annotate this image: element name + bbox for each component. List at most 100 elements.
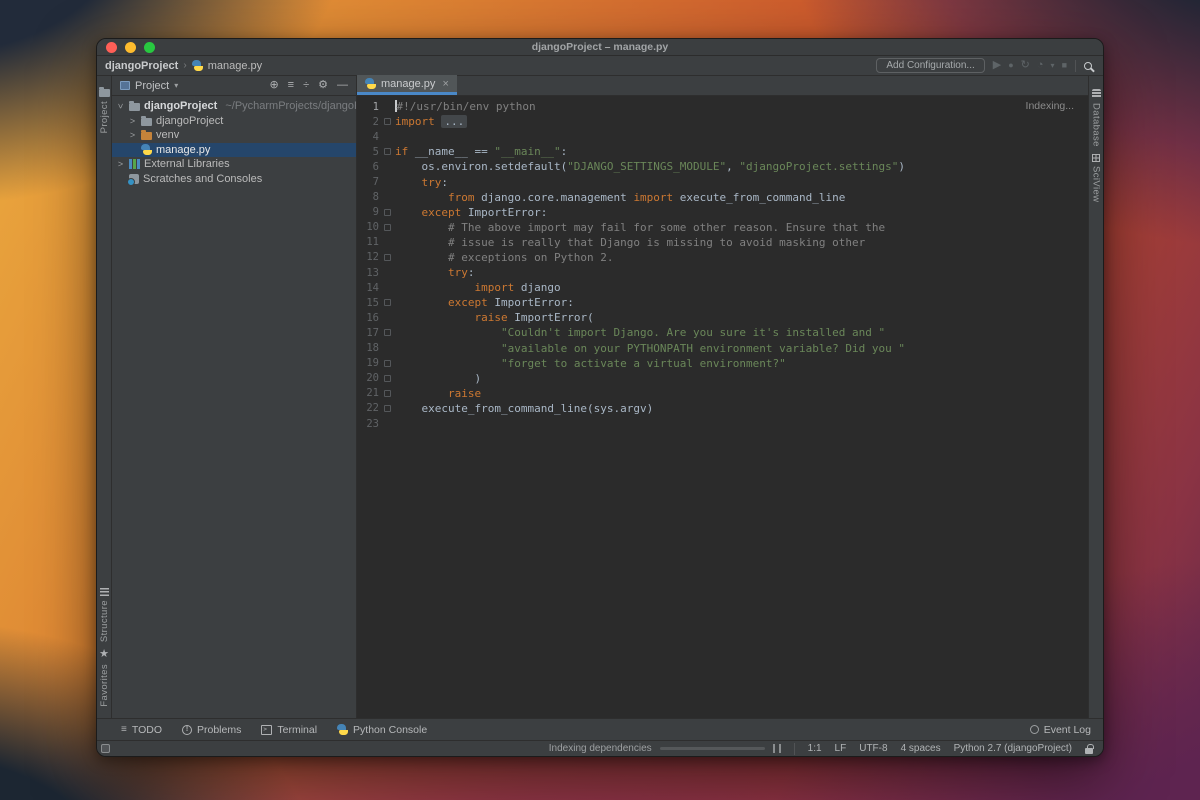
line-number[interactable]: 10 — [357, 221, 379, 233]
fold-gutter[interactable] — [379, 329, 395, 337]
chevron-collapsed-icon[interactable]: > — [128, 130, 137, 140]
code-line[interactable]: 22 execute_from_command_line(sys.argv) — [357, 401, 1088, 416]
line-number[interactable]: 18 — [357, 342, 379, 354]
code-line[interactable]: 2 import ... — [357, 114, 1088, 129]
tool-button-project[interactable]: Project — [98, 87, 110, 133]
code-line[interactable]: 8 from django.core.management import exe… — [357, 190, 1088, 205]
fold-gutter[interactable] — [379, 118, 395, 126]
code-line[interactable]: 5 if __name__ == "__main__": — [357, 144, 1088, 159]
tree-item-venv[interactable]: > venv — [112, 128, 356, 143]
code-line[interactable]: 9 except ImportError: — [357, 205, 1088, 220]
fold-marker-icon[interactable] — [383, 299, 391, 307]
fold-gutter[interactable] — [379, 389, 395, 397]
fold-gutter[interactable] — [379, 359, 395, 367]
line-number[interactable]: 13 — [357, 267, 379, 279]
tree-item-djangoproject[interactable]: > djangoProject ~/PycharmProjects/djangoPr… — [112, 99, 357, 114]
line-number[interactable]: 7 — [357, 176, 379, 188]
tool-window-button-problems[interactable]: ! Problems — [182, 724, 241, 736]
fold-marker-icon[interactable] — [383, 374, 391, 382]
fold-marker-icon[interactable] — [383, 359, 391, 367]
tool-window-button-todo[interactable]: ≡ TODO — [121, 724, 162, 736]
chevron-down-icon[interactable]: ▾ — [174, 81, 178, 90]
line-number[interactable]: 8 — [357, 191, 379, 203]
tree-item-manage-py[interactable]: >manage.py — [112, 142, 356, 157]
add-configuration-button[interactable]: Add Configuration... — [876, 58, 985, 73]
line-number[interactable]: 1 — [357, 101, 379, 113]
pause-icon[interactable] — [772, 744, 781, 753]
code-line[interactable]: 6 os.environ.setdefault("DJANGO_SETTINGS… — [357, 159, 1088, 174]
search-everywhere-icon[interactable] — [1084, 61, 1092, 70]
line-number[interactable]: 20 — [357, 372, 379, 384]
settings-icon[interactable]: ⚙ — [318, 80, 328, 91]
status-item[interactable]: 1:1 — [808, 743, 822, 754]
breadcrumb-project[interactable]: djangoProject — [105, 60, 178, 72]
code-line[interactable]: 1 #!/usr/bin/env python — [357, 99, 1088, 114]
tool-button-favorites[interactable]: ★ Favorites — [99, 649, 110, 707]
folded-region[interactable]: ... — [441, 115, 468, 129]
code-line[interactable]: 16 raise ImportError( — [357, 310, 1088, 325]
line-number[interactable]: 6 — [357, 161, 379, 173]
chevron-collapsed-icon[interactable]: > — [128, 116, 137, 126]
coverage-icon[interactable]: ↻ — [1021, 60, 1030, 71]
stop-icon[interactable]: ■ — [1062, 61, 1067, 70]
line-number[interactable]: 4 — [357, 131, 379, 143]
code-line[interactable]: 19 "forget to activate a virtual environ… — [357, 356, 1088, 371]
fold-gutter[interactable] — [379, 208, 395, 216]
line-number[interactable]: 21 — [357, 387, 379, 399]
code-line[interactable]: 11 # issue is really that Django is miss… — [357, 235, 1088, 250]
tree-item-djangoproject[interactable]: > djangoProject — [112, 114, 356, 129]
breadcrumb-file[interactable]: manage.py — [208, 60, 262, 72]
tool-button-structure[interactable]: Structure — [99, 588, 110, 642]
chevron-expanded-icon[interactable]: > — [116, 102, 126, 111]
line-number[interactable]: 14 — [357, 282, 379, 294]
line-number[interactable]: 16 — [357, 312, 379, 324]
window-titlebar[interactable]: djangoProject – manage.py — [97, 39, 1103, 56]
fold-gutter[interactable] — [379, 223, 395, 231]
fold-marker-icon[interactable] — [383, 208, 391, 216]
tool-window-switcher-icon[interactable] — [101, 744, 110, 753]
code-line[interactable]: 14 import django — [357, 280, 1088, 295]
debug-icon[interactable]: ● — [1008, 61, 1013, 70]
fold-gutter[interactable] — [379, 253, 395, 261]
status-item[interactable]: UTF-8 — [859, 743, 887, 754]
line-number[interactable]: 22 — [357, 402, 379, 414]
code-line[interactable]: 21 raise — [357, 386, 1088, 401]
code-line[interactable]: 10 # The above import may fail for some … — [357, 220, 1088, 235]
code-line[interactable]: 20 ) — [357, 371, 1088, 386]
expand-all-icon[interactable]: ≡ — [288, 80, 294, 91]
fold-marker-icon[interactable] — [383, 148, 391, 156]
code-line[interactable]: 4 — [357, 129, 1088, 144]
status-item[interactable]: Python 2.7 (djangoProject) — [954, 743, 1072, 754]
tool-window-button-terminal[interactable]: > Terminal — [261, 724, 317, 736]
line-number[interactable]: 23 — [357, 418, 379, 430]
collapse-all-icon[interactable]: ÷ — [303, 80, 309, 91]
line-number[interactable]: 11 — [357, 236, 379, 248]
line-number[interactable]: 17 — [357, 327, 379, 339]
fold-marker-icon[interactable] — [383, 404, 391, 412]
editor-tab-manage-py[interactable]: manage.py × — [357, 75, 457, 95]
locate-icon[interactable]: ⊕ — [269, 80, 278, 91]
tool-button-database[interactable]: Database — [1091, 89, 1102, 147]
line-number[interactable]: 19 — [357, 357, 379, 369]
tool-button-sciview[interactable]: SciView — [1091, 153, 1102, 202]
code-line[interactable]: 17 "Couldn't import Django. Are you sure… — [357, 325, 1088, 340]
fold-gutter[interactable] — [379, 374, 395, 382]
code-line[interactable]: 18 "available on your PYTHONPATH environ… — [357, 341, 1088, 356]
hide-panel-icon[interactable]: — — [337, 80, 348, 91]
status-item[interactable]: 4 spaces — [901, 743, 941, 754]
code-line[interactable]: 12 # exceptions on Python 2. — [357, 250, 1088, 265]
code-line[interactable]: 13 try: — [357, 265, 1088, 280]
tree-item-external-libraries[interactable]: > External Libraries — [112, 157, 356, 172]
tool-window-button-python-console[interactable]: Python Console — [337, 724, 427, 736]
unlocked-icon[interactable] — [1085, 743, 1094, 754]
code-line[interactable]: 7 try: — [357, 174, 1088, 189]
code-line[interactable]: 23 — [357, 416, 1088, 431]
fold-marker-icon[interactable] — [383, 329, 391, 337]
profiler-icon[interactable]: ◔ — [1037, 60, 1044, 71]
project-view-selector[interactable]: Project — [135, 80, 169, 92]
line-number[interactable]: 2 — [357, 116, 379, 128]
fold-marker-icon[interactable] — [383, 253, 391, 261]
fold-gutter[interactable] — [379, 404, 395, 412]
line-number[interactable]: 5 — [357, 146, 379, 158]
fold-gutter[interactable] — [379, 299, 395, 307]
